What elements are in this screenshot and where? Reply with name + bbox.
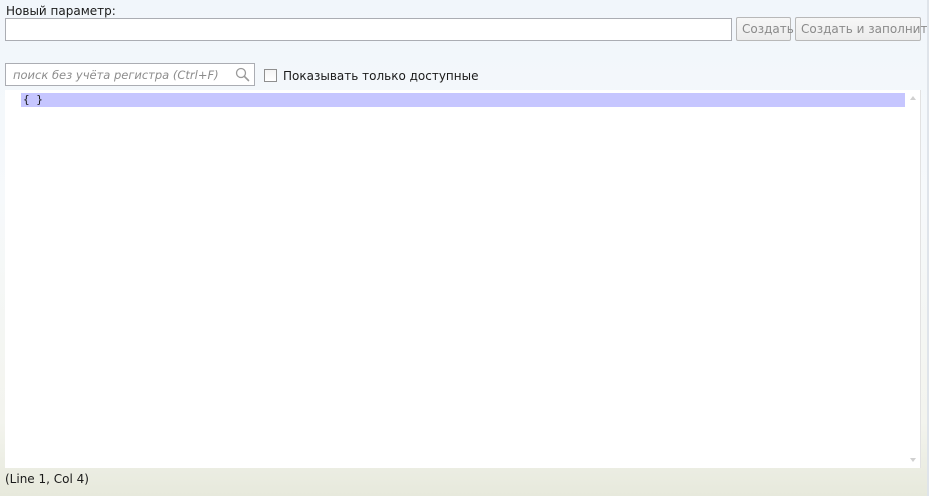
cursor-position-status: (Line 1, Col 4) [5,472,89,486]
show-available-label: Показывать только доступные [283,69,479,83]
code-editor[interactable]: { } [5,90,921,468]
scroll-down-icon[interactable] [910,458,916,462]
search-input[interactable] [6,64,232,85]
search-box [5,63,255,86]
new-param-input[interactable] [5,18,732,41]
show-available-checkbox[interactable] [264,69,277,82]
current-line-highlight [21,93,905,107]
code-line[interactable]: { } [23,92,43,108]
scroll-up-icon[interactable] [910,96,916,100]
editor-gutter [5,90,21,468]
search-icon[interactable] [235,67,250,82]
create-button[interactable]: Создать [736,17,794,41]
create-and-fill-button[interactable]: Создать и заполнить [795,17,929,41]
vertical-scrollbar[interactable] [906,90,920,468]
new-param-label: Новый параметр: [6,4,116,18]
